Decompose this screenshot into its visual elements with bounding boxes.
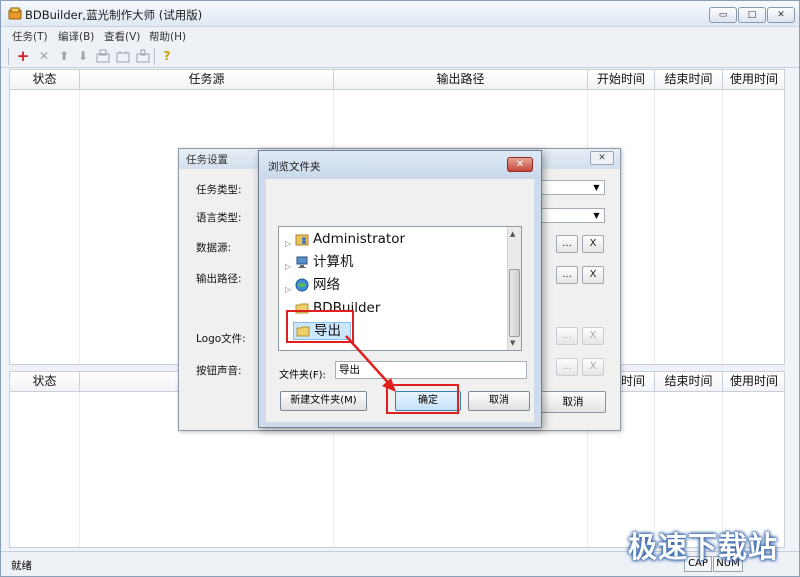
expand-arrow-icon[interactable]: ▷ [285,281,291,299]
column-output-path[interactable]: 输出路径 [334,70,588,89]
data-source-clear-button[interactable]: X [582,235,604,253]
tool-b-icon[interactable] [115,48,131,64]
expand-arrow-icon[interactable]: ▷ [285,235,291,253]
minimize-button[interactable]: ▭ [709,7,737,23]
task-type-label: 任务类型: [196,184,242,196]
tree-item-label: Administrator [313,231,406,247]
cancel-button[interactable]: 取消 [468,391,530,411]
user-folder-icon [295,234,309,246]
tree-item-label: 计算机 [313,254,354,270]
button-sound-label: 按钮声音: [196,365,242,377]
browse-folder-close-button[interactable]: ✕ [507,157,533,172]
task-type-select[interactable]: ▼ [541,180,605,195]
column-elapsed-time[interactable]: 使用时间 [723,70,785,89]
network-icon [295,278,309,292]
task-settings-cancel-button[interactable]: 取消 [540,391,606,413]
expand-arrow-icon[interactable]: ▷ [285,258,291,276]
toolbar-separator [154,48,155,65]
sound-clear-button[interactable]: X [582,358,604,376]
new-folder-button[interactable]: 新建文件夹(M) [280,391,367,411]
output-path-browse-button[interactable]: ... [556,266,578,284]
folder-label: 文件夹(F): [279,370,326,381]
task-settings-close-button[interactable]: ✕ [590,151,614,165]
log-column-elapsed-time[interactable]: 使用时间 [723,372,785,391]
logo-browse-button[interactable]: ... [556,327,578,345]
close-button[interactable]: ✕ [767,7,795,23]
computer-icon [296,256,308,268]
grid-line [654,90,655,364]
column-status[interactable]: 状态 [10,70,80,89]
window-title: BDBuilder,蓝光制作大师 (试用版) [25,8,203,22]
menu-view[interactable]: 查看(V) [104,29,140,44]
status-text: 就绪 [11,560,32,572]
grid-line [722,90,723,364]
chevron-down-icon: ▼ [593,183,600,192]
delete-icon[interactable]: ✕ [36,48,52,64]
sound-browse-button[interactable]: ... [556,358,578,376]
tree-item-administrator[interactable]: ▷ Administrator [285,230,505,248]
tool-c-icon[interactable] [135,48,151,64]
column-start-time[interactable]: 开始时间 [588,70,655,89]
chevron-down-icon: ▼ [593,211,600,220]
data-source-browse-button[interactable]: ... [556,235,578,253]
scroll-down-icon[interactable]: ▼ [510,339,515,347]
scroll-thumb[interactable] [509,269,520,337]
grid-line [79,90,80,364]
menu-compile[interactable]: 编译(B) [58,29,94,44]
menu-bar: 任务(T) 编译(B) 查看(V) 帮助(H) [1,27,799,45]
browse-folder-title: 浏览文件夹 [268,161,321,173]
output-path-label: 输出路径: [196,273,242,285]
logo-clear-button[interactable]: X [582,327,604,345]
tree-item-computer[interactable]: ▷ 计算机 [285,253,505,271]
tree-item-label: 网络 [313,277,340,293]
scroll-up-icon[interactable]: ▲ [510,230,515,238]
column-task-source[interactable]: 任务源 [80,70,334,89]
app-logo-icon [8,7,22,20]
tree-scrollbar[interactable]: ▲ ▼ [507,227,521,350]
column-end-time[interactable]: 结束时间 [655,70,723,89]
language-type-select[interactable]: ▼ [541,208,605,223]
folder-input[interactable]: 导出 [335,361,527,379]
language-type-label: 语言类型: [196,212,242,224]
data-source-label: 数据源: [196,242,232,254]
menu-help[interactable]: 帮助(H) [149,29,186,44]
move-up-icon[interactable]: ⬆ [56,48,72,64]
log-column-end-time[interactable]: 结束时间 [655,372,723,391]
toolbar-separator [8,48,9,65]
browse-folder-title-bar: 浏览文件夹 ✕ [259,151,541,179]
highlight-ok-button [386,384,459,414]
help-icon[interactable]: ? [159,48,175,64]
move-down-icon[interactable]: ⬇ [75,48,91,64]
output-path-clear-button[interactable]: X [582,266,604,284]
tree-item-network[interactable]: ▷ 网络 [285,276,505,294]
maximize-button[interactable]: □ [738,7,766,23]
add-icon[interactable]: + [15,48,31,64]
log-column-status[interactable]: 状态 [10,372,80,391]
task-settings-title: 任务设置 [186,154,228,166]
task-table-header: 状态 任务源 输出路径 开始时间 结束时间 使用时间 [9,69,785,90]
tool-a-icon[interactable] [95,48,111,64]
menu-task[interactable]: 任务(T) [12,29,48,44]
highlight-selected-folder [286,310,354,343]
toolbar: + ✕ ⬆ ⬇ ? [1,45,799,68]
grid-line [79,392,80,547]
title-bar: BDBuilder,蓝光制作大师 (试用版) ▭ □ ✕ [1,1,799,27]
logo-file-label: Logo文件: [196,333,246,345]
watermark: 极速下载站 [628,530,779,564]
